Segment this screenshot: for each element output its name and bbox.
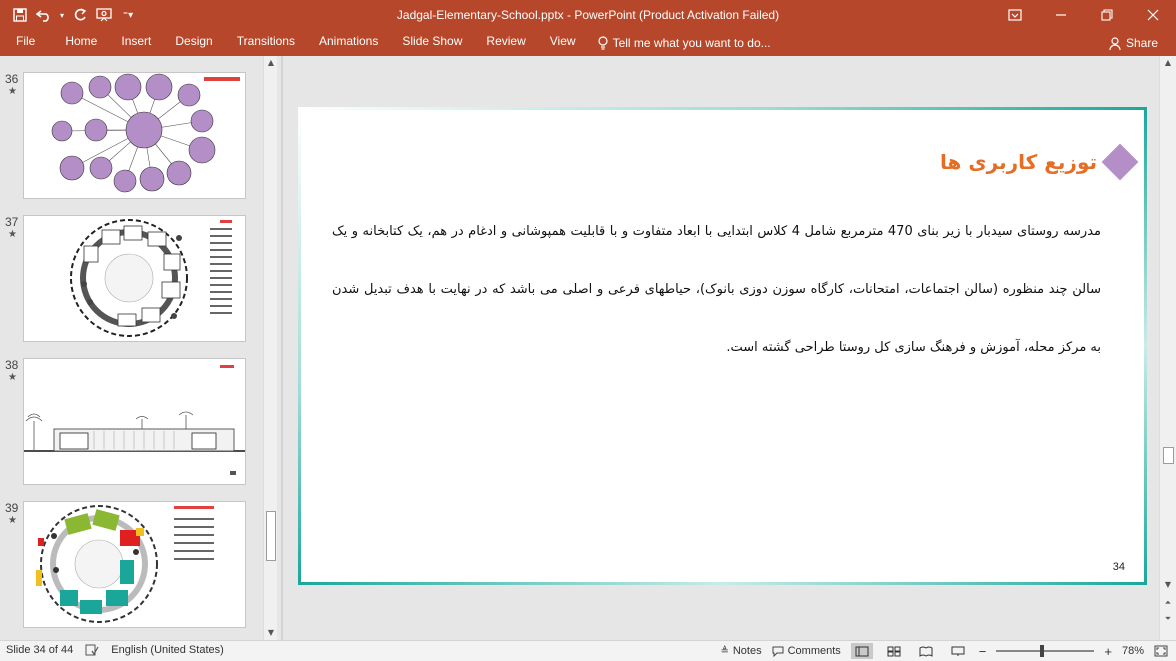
zoom-in-icon[interactable]: +	[1104, 644, 1112, 659]
person-icon	[1109, 36, 1121, 50]
thumbnail-preview[interactable]	[23, 358, 246, 485]
previous-slide-icon[interactable]: ⏶	[1161, 596, 1175, 610]
tab-design[interactable]: Design	[163, 30, 224, 56]
tell-me-text: Tell me what you want to do...	[612, 36, 771, 50]
thumbnail-item[interactable]: 38 ★	[0, 358, 262, 488]
slide-editor: توزیع کاربری ها مدرسه روستای سیدبار با ز…	[283, 56, 1159, 640]
tab-transitions[interactable]: Transitions	[225, 30, 307, 56]
thumbnail-scrollbar[interactable]: ▲ ▼	[263, 56, 277, 640]
zoom-level[interactable]: 78%	[1122, 645, 1144, 657]
slide-counter: Slide 34 of 44	[6, 644, 74, 656]
slideshow-view-icon[interactable]	[947, 643, 969, 659]
slide-scrollbar[interactable]: ▲ ▼ ⏶ ⏷	[1159, 56, 1176, 640]
tab-home[interactable]: Home	[53, 30, 109, 56]
slide-thumbnail-pane: 36 ★ 37 ★ 38 ★ 39 ★	[0, 56, 281, 640]
scroll-up-icon[interactable]: ▲	[264, 56, 278, 70]
tab-file[interactable]: File	[0, 30, 53, 56]
slide-sorter-icon[interactable]	[883, 643, 905, 659]
slide-number: 34	[1112, 561, 1125, 573]
share-label: Share	[1125, 36, 1158, 50]
thumbnail-number: 38	[5, 358, 19, 372]
ribbon-tabs: File Home Insert Design Transitions Anim…	[0, 30, 771, 56]
thumbnail-item[interactable]: 39 ★	[0, 501, 262, 631]
share-button[interactable]: Share	[1109, 32, 1158, 54]
comments-label: Comments	[787, 645, 841, 657]
thumbnail-number: 37	[5, 215, 19, 229]
normal-view-icon[interactable]	[850, 643, 873, 659]
tab-view[interactable]: View	[538, 30, 588, 56]
thumbnail-item[interactable]: 36 ★	[0, 72, 262, 202]
thumbnail-preview[interactable]	[23, 72, 246, 199]
tell-me-box[interactable]: Tell me what you want to do...	[588, 36, 771, 50]
language-indicator[interactable]: English (United States)	[111, 644, 224, 656]
thumbnail-item[interactable]: 37 ★	[0, 215, 262, 345]
tab-animations[interactable]: Animations	[307, 30, 390, 56]
animation-star-icon: ★	[8, 372, 17, 383]
thumbnail-number: 39	[5, 501, 19, 515]
scrollbar-thumb[interactable]	[266, 511, 276, 561]
restore-icon[interactable]	[1084, 0, 1130, 30]
scrollbar-thumb[interactable]	[1163, 447, 1174, 464]
thumbnail-preview[interactable]	[23, 215, 246, 342]
zoom-slider-handle[interactable]	[1040, 645, 1045, 657]
fit-to-window-icon[interactable]	[1154, 645, 1168, 657]
zoom-out-icon[interactable]: −	[979, 644, 987, 659]
scroll-down-icon[interactable]: ▼	[1161, 578, 1175, 592]
ribbon-display-icon[interactable]	[992, 0, 1038, 30]
animation-star-icon: ★	[8, 229, 17, 240]
notes-icon: ≜	[720, 645, 729, 657]
status-bar: Slide 34 of 44 English (United States) ≜…	[0, 640, 1176, 661]
close-icon[interactable]	[1130, 0, 1176, 30]
slide-title[interactable]: توزیع کاربری ها	[940, 150, 1097, 174]
minimize-icon[interactable]	[1038, 0, 1084, 30]
notes-button[interactable]: ≜ Notes	[720, 645, 761, 657]
comments-button[interactable]: Comments	[772, 645, 841, 657]
animation-star-icon: ★	[8, 86, 17, 97]
ribbon: File Home Insert Design Transitions Anim…	[0, 30, 1176, 56]
current-slide[interactable]: توزیع کاربری ها مدرسه روستای سیدبار با ز…	[298, 107, 1147, 585]
tab-insert[interactable]: Insert	[109, 30, 163, 56]
thumbnail-number: 36	[5, 72, 19, 86]
reading-view-icon[interactable]	[915, 643, 937, 659]
spelling-check-icon[interactable]	[85, 644, 99, 656]
window-controls	[992, 0, 1176, 30]
zoom-slider[interactable]	[996, 645, 1095, 657]
scroll-up-icon[interactable]: ▲	[1161, 56, 1175, 70]
notes-label: Notes	[732, 645, 762, 657]
title-bar: ▾ ⁼▾ Jadgal-Elementary-School.pptx - Pow…	[0, 0, 1176, 30]
tab-review[interactable]: Review	[474, 30, 537, 56]
tab-slide-show[interactable]: Slide Show	[390, 30, 474, 56]
slide-body-text[interactable]: مدرسه روستای سیدبار با زیر بنای 470 مترم…	[332, 203, 1101, 377]
next-slide-icon[interactable]: ⏷	[1161, 612, 1175, 626]
lightbulb-icon	[597, 36, 608, 50]
scroll-down-icon[interactable]: ▼	[264, 626, 278, 640]
thumbnail-preview[interactable]	[23, 501, 246, 628]
animation-star-icon: ★	[8, 515, 17, 526]
comment-icon	[772, 646, 784, 657]
